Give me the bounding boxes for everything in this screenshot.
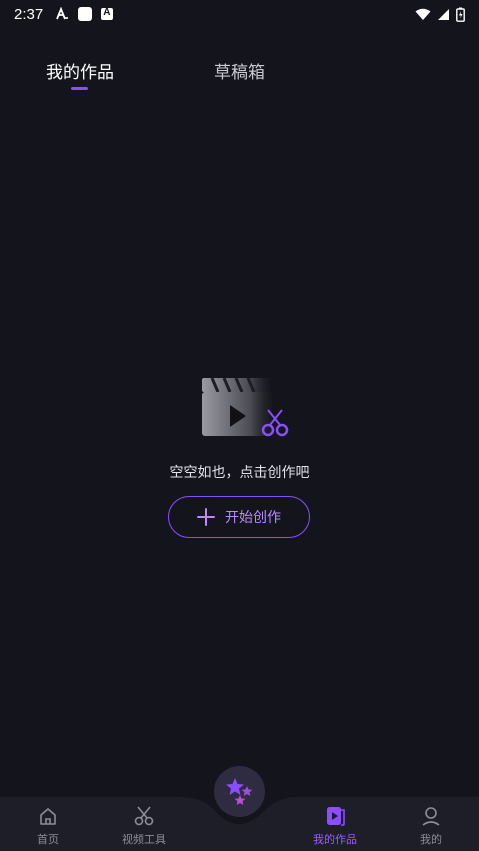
- start-create-button[interactable]: 开始创作: [168, 496, 310, 538]
- start-create-label: 开始创作: [225, 509, 281, 525]
- notification-icons: [55, 7, 114, 21]
- stars-icon: [225, 777, 252, 805]
- square-notification-icon: [78, 7, 93, 21]
- status-bar: 2:37: [0, 0, 479, 28]
- person-icon: [422, 807, 440, 826]
- nav-item-video-tools[interactable]: 视频工具: [104, 805, 184, 851]
- text-notification-icon: [101, 7, 114, 20]
- scissors-icon: [134, 806, 154, 826]
- signal-icon: [438, 8, 449, 20]
- wifi-icon: [415, 8, 431, 20]
- nav-label-mine: 我的: [420, 833, 442, 846]
- video-works-icon: [327, 807, 345, 826]
- nav-item-my-works[interactable]: 我的作品: [295, 805, 375, 851]
- status-time: 2:37: [14, 5, 44, 23]
- app-notification-icon: [56, 7, 69, 20]
- empty-message: 空空如也，点击创作吧: [169, 465, 310, 481]
- empty-state: 空空如也，点击创作吧: [0, 372, 479, 482]
- plus-icon: [197, 508, 215, 526]
- battery-icon: [456, 7, 465, 22]
- tab-my-works[interactable]: 我的作品: [46, 58, 114, 83]
- nav-item-mine[interactable]: 我的: [391, 805, 471, 851]
- nav-label-my-works: 我的作品: [313, 833, 357, 846]
- nav-label-home: 首页: [37, 833, 59, 846]
- tab-drafts[interactable]: 草稿箱: [214, 58, 265, 83]
- home-icon: [40, 808, 56, 825]
- active-tab-indicator: [71, 87, 88, 90]
- nav-label-video-tools: 视频工具: [122, 833, 166, 846]
- center-create-button[interactable]: [214, 766, 265, 817]
- nav-item-home[interactable]: 首页: [8, 805, 88, 851]
- clapperboard-scissors-icon: [201, 377, 288, 437]
- system-icons: [415, 7, 465, 22]
- works-tabs: 我的作品 草稿箱: [0, 58, 479, 98]
